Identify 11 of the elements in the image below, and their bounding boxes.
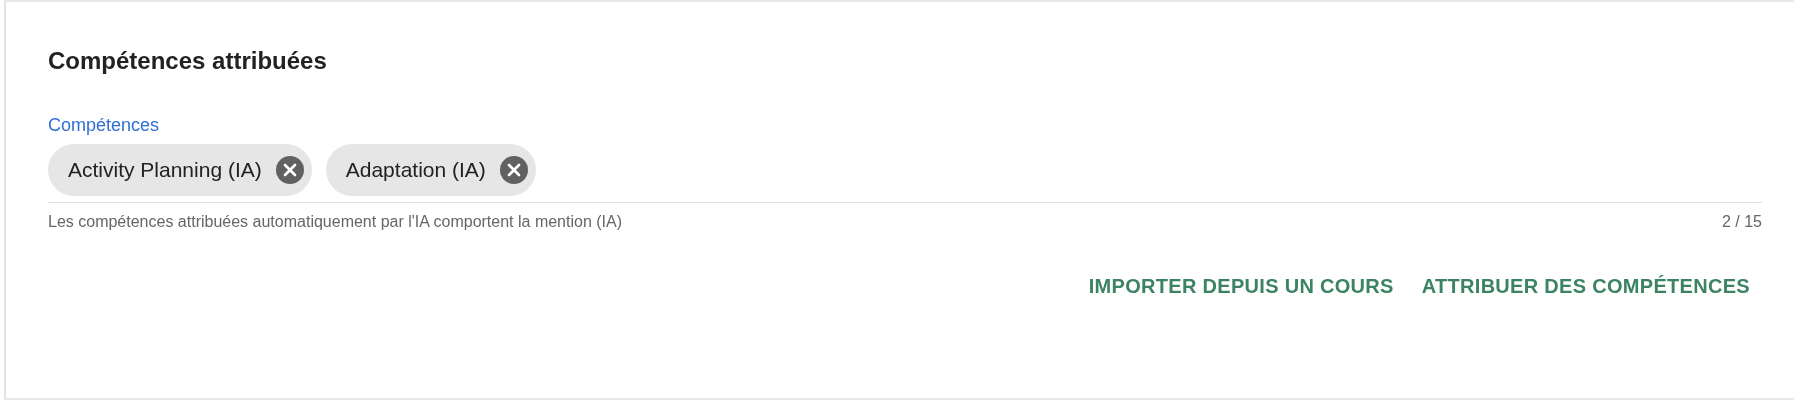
remove-icon[interactable] [275,156,304,184]
helper-text: Les compétences attribuées automatiquement par l'IA comportent la mention (IA) [48,213,623,231]
chip-field[interactable]: Activity Planning (IA) Adaptation (IA) [48,144,1762,203]
skill-chip[interactable]: Activity Planning (IA) [48,144,312,196]
chip-counter: 2 / 15 [1721,213,1762,231]
section-title: Compétences attribuées [48,46,328,76]
field-label: Compétences [48,114,160,136]
skill-chip[interactable]: Adaptation (IA) [325,144,536,196]
text-button[interactable]: IMPORTER DEPUIS UN COURS [1088,271,1394,302]
text-button[interactable]: ATTRIBUER DES COMPÉTENCES [1421,271,1750,302]
remove-icon[interactable] [499,156,528,184]
